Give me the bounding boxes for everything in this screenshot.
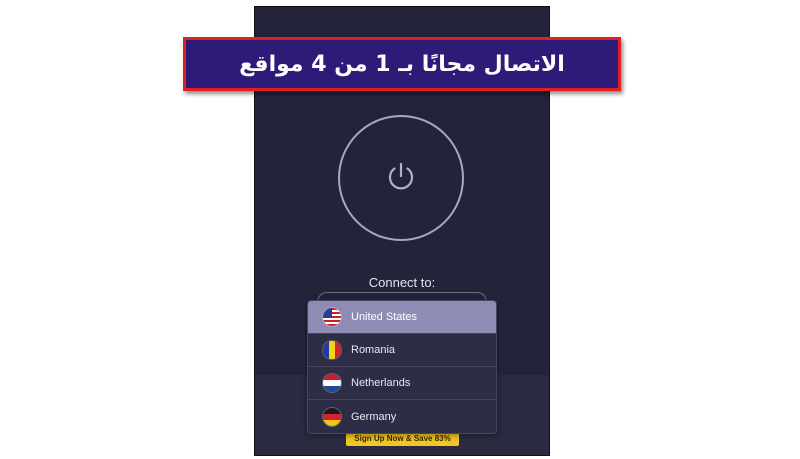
location-label: Germany [351, 410, 397, 423]
location-label: Netherlands [351, 377, 411, 389]
banner-text: الاتصال مجانًا بـ 1 من 4 مواقع [239, 51, 565, 77]
caption-banner: الاتصال مجانًا بـ 1 من 4 مواقع [183, 37, 621, 91]
location-option-germany[interactable]: Germany [308, 400, 496, 433]
netherlands-flag-icon [323, 374, 341, 392]
power-icon [384, 159, 418, 198]
us-flag-icon [323, 308, 341, 326]
location-label: Romania [351, 344, 396, 356]
location-label: United States [351, 311, 418, 323]
romania-flag-icon [323, 341, 341, 359]
connect-to-label: Connect to: [368, 275, 436, 290]
sign-up-button[interactable]: Sign Up Now & Save 83% [346, 432, 459, 446]
germany-flag-icon [323, 407, 341, 426]
location-dropdown: United States Romania Netherlands German… [307, 300, 497, 434]
location-option-romania[interactable]: Romania [308, 334, 496, 367]
power-button[interactable] [338, 115, 464, 241]
location-option-united-states[interactable]: United States [308, 301, 496, 334]
location-option-netherlands[interactable]: Netherlands [308, 367, 496, 400]
